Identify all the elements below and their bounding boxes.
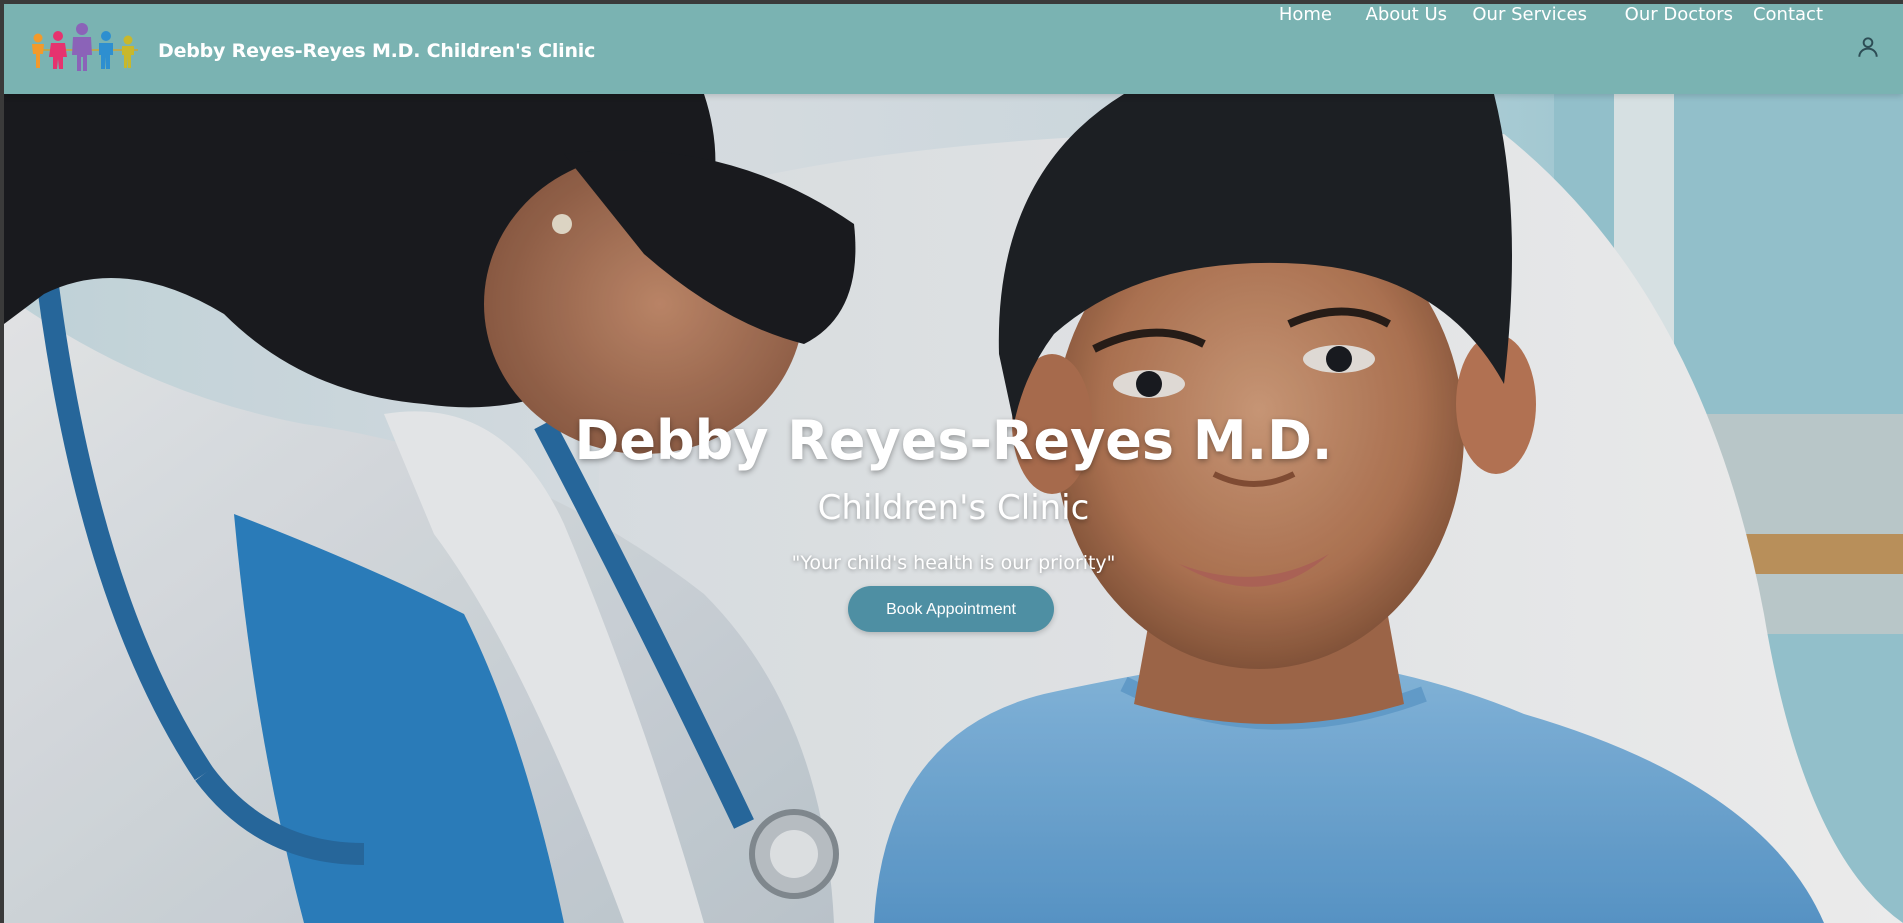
hero-section: Debby Reyes-Reyes M.D. Children's Clinic…: [4, 94, 1903, 923]
nav-link-contact[interactable]: Contact: [1753, 4, 1823, 25]
family-figures-logo-icon[interactable]: [28, 22, 146, 74]
top-navbar: Debby Reyes-Reyes M.D. Children's Clinic…: [4, 4, 1903, 94]
nav-link-our-services[interactable]: Our Services: [1472, 4, 1587, 25]
nav-link-our-doctors[interactable]: Our Doctors: [1625, 4, 1733, 25]
hero-title: Debby Reyes-Reyes M.D.: [574, 409, 1333, 472]
hero-subtitle: Children's Clinic: [817, 488, 1090, 528]
hero-tagline: "Your child's health is our priority": [791, 552, 1116, 574]
nav-link-about-us[interactable]: About Us: [1366, 4, 1448, 25]
brand-name[interactable]: Debby Reyes-Reyes M.D. Children's Clinic: [158, 40, 595, 62]
nav-link-home[interactable]: Home: [1279, 4, 1332, 25]
browser-viewport: Debby Reyes-Reyes M.D. Children's Clinic…: [4, 4, 1903, 923]
user-icon[interactable]: [1855, 34, 1881, 60]
book-appointment-button[interactable]: Book Appointment: [848, 586, 1054, 632]
